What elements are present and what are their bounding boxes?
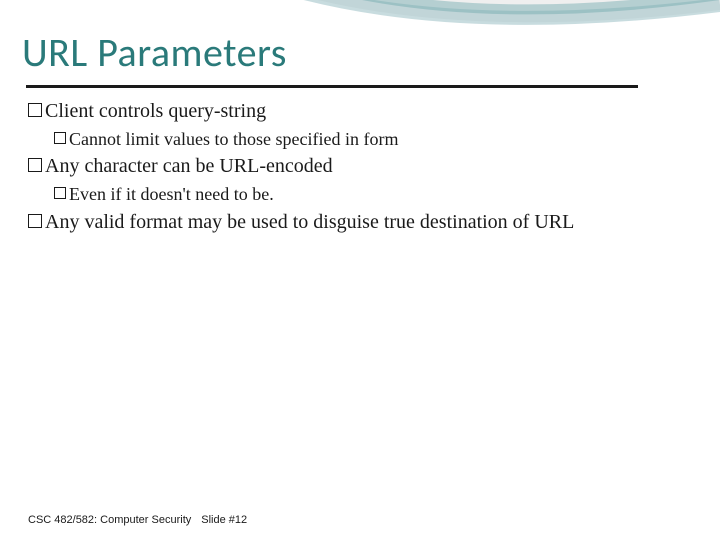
- bullet-level1: Any valid format may be used to disguise…: [28, 209, 680, 236]
- bullet-square-icon: [28, 103, 42, 117]
- slide-title: URL Parameters: [22, 28, 287, 77]
- bullet-square-icon: [28, 214, 42, 228]
- bullet-text: Even if it doesn't need to be.: [69, 182, 680, 206]
- footer-course: CSC 482/582: Computer Security: [28, 514, 191, 526]
- slide-body: Client controls query-string Cannot limi…: [28, 98, 680, 238]
- footer-slide-number: Slide #12: [201, 514, 247, 526]
- bullet-level2: Even if it doesn't need to be.: [54, 182, 680, 206]
- bullet-level1: Client controls query-string: [28, 98, 680, 125]
- title-underline: [26, 85, 638, 88]
- bullet-level2: Cannot limit values to those specified i…: [54, 127, 680, 151]
- bullet-square-icon: [28, 158, 42, 172]
- bullet-text: Any valid format may be used to disguise…: [45, 209, 680, 236]
- bullet-text: Cannot limit values to those specified i…: [69, 127, 680, 151]
- bullet-square-icon: [54, 132, 66, 144]
- bullet-text: Client controls query-string: [45, 98, 680, 125]
- bullet-square-icon: [54, 187, 66, 199]
- bullet-level1: Any character can be URL-encoded: [28, 153, 680, 180]
- bullet-text: Any character can be URL-encoded: [45, 153, 680, 180]
- slide-footer: CSC 482/582: Computer Security Slide #12: [28, 514, 247, 526]
